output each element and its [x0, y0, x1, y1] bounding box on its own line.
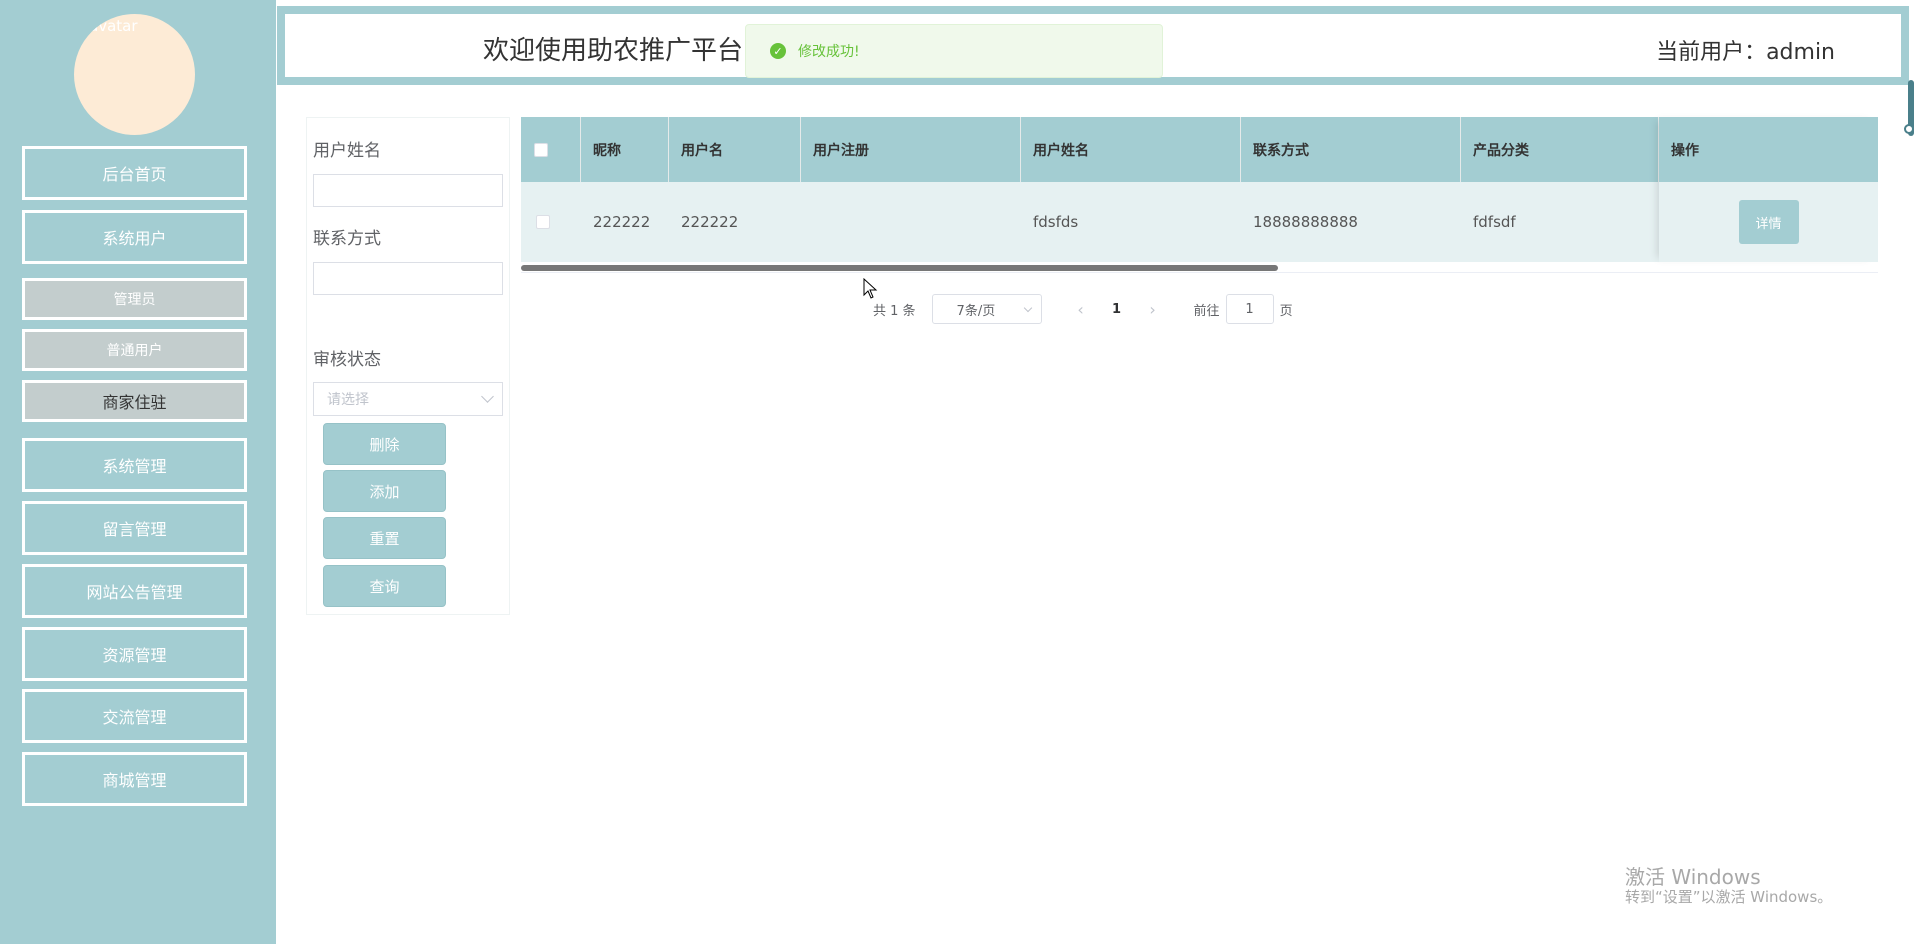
add-button[interactable]: 添加: [323, 470, 446, 512]
avatar-alt-text: avatar: [74, 17, 138, 35]
select-all-cell: [521, 117, 581, 182]
cell-username: 222222: [681, 213, 739, 231]
sidebar-item-resources[interactable]: 资源管理: [22, 627, 247, 681]
goto-page-input[interactable]: 1: [1225, 294, 1274, 324]
prev-page-icon[interactable]: ‹: [1060, 300, 1102, 319]
col-nickname[interactable]: 昵称: [581, 117, 669, 182]
sidebar-subitem-merchants[interactable]: 商家住驻: [22, 380, 247, 422]
name-input[interactable]: [313, 174, 503, 207]
pagination-total: 共 1 条: [873, 303, 916, 319]
phone-input[interactable]: [313, 262, 503, 295]
chevron-down-icon: [1023, 303, 1032, 313]
cell-category: fdfsdf: [1473, 213, 1516, 231]
query-button[interactable]: 查询: [323, 565, 446, 607]
sidebar-item-messages[interactable]: 留言管理: [22, 501, 247, 555]
sidebar-subitem-normal-users[interactable]: 普通用户: [22, 329, 247, 371]
col-phone[interactable]: 联系方式: [1241, 117, 1461, 182]
chevron-down-icon: [481, 390, 494, 403]
sidebar: avatar 后台首页 系统用户 管理员 普通用户 商家住驻 系统管理 留言管理…: [0, 0, 276, 944]
windows-watermark-subtitle: 转到“设置”以激活 Windows。: [1625, 888, 1833, 906]
col-register[interactable]: 用户注册: [801, 117, 1021, 182]
cell-register: [801, 182, 1021, 262]
sidebar-item-communication[interactable]: 交流管理: [22, 689, 247, 743]
cell-phone: 18888888888: [1253, 213, 1358, 231]
sidebar-item-system-management[interactable]: 系统管理: [22, 438, 247, 492]
status-select[interactable]: 请选择: [313, 382, 503, 416]
phone-label: 联系方式: [313, 229, 381, 249]
page-number[interactable]: 1: [1102, 302, 1132, 317]
status-label: 审核状态: [313, 350, 381, 370]
col-realname[interactable]: 用户姓名: [1021, 117, 1241, 182]
col-username[interactable]: 用户名: [669, 117, 801, 182]
toast-message: 修改成功!: [798, 44, 860, 60]
sidebar-item-system-users[interactable]: 系统用户: [22, 210, 247, 264]
goto-suffix: 页: [1279, 303, 1293, 319]
scrollbar-handle[interactable]: [1904, 124, 1914, 134]
goto-label: 前往: [1193, 303, 1220, 319]
next-page-icon[interactable]: ›: [1132, 300, 1174, 319]
row-select-cell: [521, 182, 581, 262]
filter-panel: 用户姓名 联系方式 审核状态 请选择 删除 添加 重置 查询: [306, 117, 510, 615]
select-all-checkbox[interactable]: [534, 142, 548, 157]
cell-nickname: 222222: [593, 213, 651, 231]
success-toast: ✓ 修改成功!: [745, 24, 1163, 78]
page-size-select[interactable]: 7条/页: [931, 294, 1042, 324]
sidebar-item-announcements[interactable]: 网站公告管理: [22, 564, 247, 618]
fixed-action-column: [1659, 117, 1878, 262]
broken-image-icon: [74, 19, 88, 33]
page-title: 欢迎使用助农推广平台: [483, 36, 744, 66]
current-user: 当前用户：admin: [1656, 40, 1835, 65]
cell-realname: fdsfds: [1033, 213, 1079, 231]
delete-button[interactable]: 删除: [323, 423, 446, 465]
check-icon: ✓: [770, 43, 786, 59]
table-bottom-border: [521, 272, 1878, 273]
sidebar-item-mall[interactable]: 商城管理: [22, 752, 247, 806]
horizontal-scrollbar[interactable]: [521, 265, 1278, 271]
row-checkbox[interactable]: [536, 215, 550, 229]
col-category[interactable]: 产品分类: [1461, 117, 1659, 182]
reset-button[interactable]: 重置: [323, 517, 446, 559]
sidebar-subitem-admin[interactable]: 管理员: [22, 278, 247, 320]
data-table: 昵称 用户名 用户注册 用户姓名 联系方式 产品分类 操作 222222 222…: [521, 117, 1878, 273]
name-label: 用户姓名: [313, 141, 381, 161]
pagination: 共 1 条 7条/页 ‹ 1 › 前往 1 页: [873, 294, 1293, 324]
avatar: avatar: [74, 14, 195, 135]
sidebar-item-dashboard[interactable]: 后台首页: [22, 146, 247, 200]
